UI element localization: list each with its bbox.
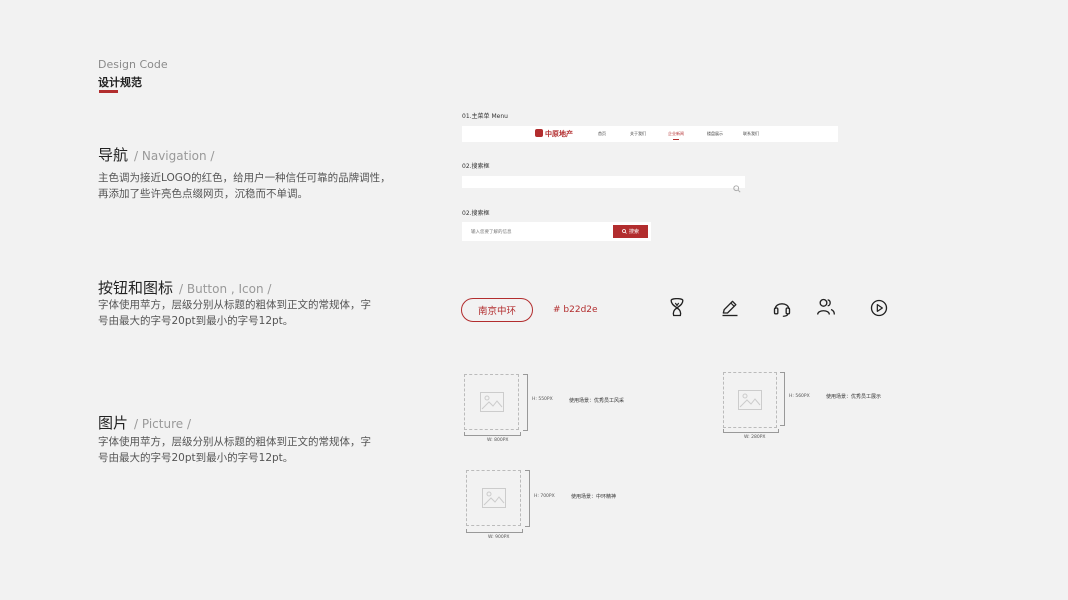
play-icon bbox=[870, 299, 888, 317]
logo-mark-icon bbox=[535, 129, 543, 137]
button-title-en: / Button , Icon / bbox=[179, 282, 272, 296]
edit-icon bbox=[722, 300, 738, 317]
logo-text: 中原地产 bbox=[545, 130, 573, 138]
picture-1-width: W: 800PX bbox=[487, 438, 509, 443]
nav-section-title: 导航 / Navigation / bbox=[98, 144, 214, 165]
picture-2-usage: 使用场景：优秀员工展示 bbox=[826, 394, 882, 400]
search-icon[interactable] bbox=[733, 178, 741, 197]
search-placeholder[interactable]: 输入您要了解的信息 bbox=[471, 229, 512, 235]
search-demo-1-label: 02.搜索框 bbox=[462, 163, 490, 170]
search-button[interactable]: 搜索 bbox=[613, 225, 648, 238]
brand-pill-button[interactable]: 南京中环 bbox=[461, 298, 533, 322]
search-input-with-button: 输入您要了解的信息 搜索 bbox=[462, 222, 651, 241]
picture-2-width: W: 280PX bbox=[744, 435, 766, 440]
picture-placeholder bbox=[466, 470, 521, 526]
button-section-desc: 字体使用苹方，层级分别从标题的粗体到正文的常规体，字 号由最大的字号20pt到最… bbox=[98, 297, 403, 329]
nav-desc-line-2: 再添加了些许亮色点缀网页，沉稳而不单调。 bbox=[98, 188, 308, 200]
picture-1-usage: 使用场景：优秀员工风采 bbox=[569, 398, 625, 404]
trophy-icon bbox=[670, 298, 684, 317]
button-desc-line-1: 字体使用苹方，层级分别从标题的粗体到正文的常规体，字 bbox=[98, 299, 371, 311]
picture-3-usage: 使用场景：中环精神 bbox=[571, 494, 617, 500]
picture-placeholder bbox=[723, 372, 777, 428]
height-dimension-line bbox=[525, 470, 530, 527]
picture-section-desc: 字体使用苹方，层级分别从标题的粗体到正文的常规体，字 号由最大的字号20pt到最… bbox=[98, 434, 403, 466]
nav-bar-demo: 中原地产 首页 关于我们 企业新闻 楼盘展示 联系我们 bbox=[462, 126, 838, 142]
title-underline bbox=[99, 90, 118, 93]
image-icon bbox=[479, 392, 504, 412]
nav-item-about[interactable]: 关于我们 bbox=[630, 131, 646, 137]
search-button-icon bbox=[622, 229, 627, 234]
search-input-simple[interactable] bbox=[462, 176, 745, 193]
button-title-cn: 按钮和图标 bbox=[98, 279, 174, 297]
pill-button-label: 南京中环 bbox=[477, 306, 516, 317]
width-dimension-line bbox=[464, 432, 521, 436]
nav-section-desc: 主色调为接近LOGO的红色，给用户一种信任可靠的品牌调性， 再添加了些许亮色点缀… bbox=[98, 170, 403, 202]
nav-desc-line-1: 主色调为接近LOGO的红色，给用户一种信任可靠的品牌调性， bbox=[98, 172, 391, 184]
nav-item-projects[interactable]: 楼盘展示 bbox=[707, 131, 723, 137]
picture-1-height: H: 550PX bbox=[532, 397, 553, 402]
brand-color-code: # b22d2e bbox=[553, 305, 598, 315]
nav-item-contact[interactable]: 联系我们 bbox=[743, 131, 759, 137]
page-title: 设计规范 bbox=[98, 76, 142, 89]
image-icon bbox=[481, 488, 506, 508]
picture-title-cn: 图片 bbox=[98, 414, 129, 432]
width-dimension-line bbox=[723, 429, 779, 433]
design-code-label: Design Code bbox=[98, 58, 168, 71]
button-desc-line-2: 号由最大的字号20pt到最小的字号12pt。 bbox=[98, 315, 294, 327]
nav-item-news[interactable]: 企业新闻 bbox=[668, 131, 684, 140]
image-icon bbox=[738, 390, 762, 410]
picture-section-title: 图片 / Picture / bbox=[98, 412, 191, 433]
nav-title-en: / Navigation / bbox=[134, 149, 215, 163]
picture-3-width: W: 900PX bbox=[488, 535, 510, 540]
width-dimension-line bbox=[466, 529, 523, 533]
picture-3-height: H: 700PX bbox=[534, 494, 555, 499]
picture-desc-line-2: 号由最大的字号20pt到最小的字号12pt。 bbox=[98, 452, 294, 464]
nav-title-cn: 导航 bbox=[98, 146, 129, 164]
picture-desc-line-1: 字体使用苹方，层级分别从标题的粗体到正文的常规体，字 bbox=[98, 436, 371, 448]
nav-item-home[interactable]: 首页 bbox=[598, 131, 606, 137]
height-dimension-line bbox=[780, 372, 785, 426]
height-dimension-line bbox=[523, 374, 528, 431]
button-section-title: 按钮和图标 / Button , Icon / bbox=[98, 277, 271, 298]
picture-title-en: / Picture / bbox=[134, 417, 191, 431]
search-demo-2-label: 02.搜索框 bbox=[462, 210, 490, 217]
search-button-label: 搜索 bbox=[628, 229, 639, 235]
headset-icon bbox=[773, 303, 791, 317]
picture-placeholder bbox=[464, 374, 519, 430]
menu-demo-label: 01.主菜单 Menu bbox=[462, 113, 508, 120]
picture-2-height: H: 560PX bbox=[789, 394, 810, 399]
users-icon bbox=[817, 298, 835, 315]
brand-logo[interactable]: 中原地产 bbox=[535, 129, 573, 139]
